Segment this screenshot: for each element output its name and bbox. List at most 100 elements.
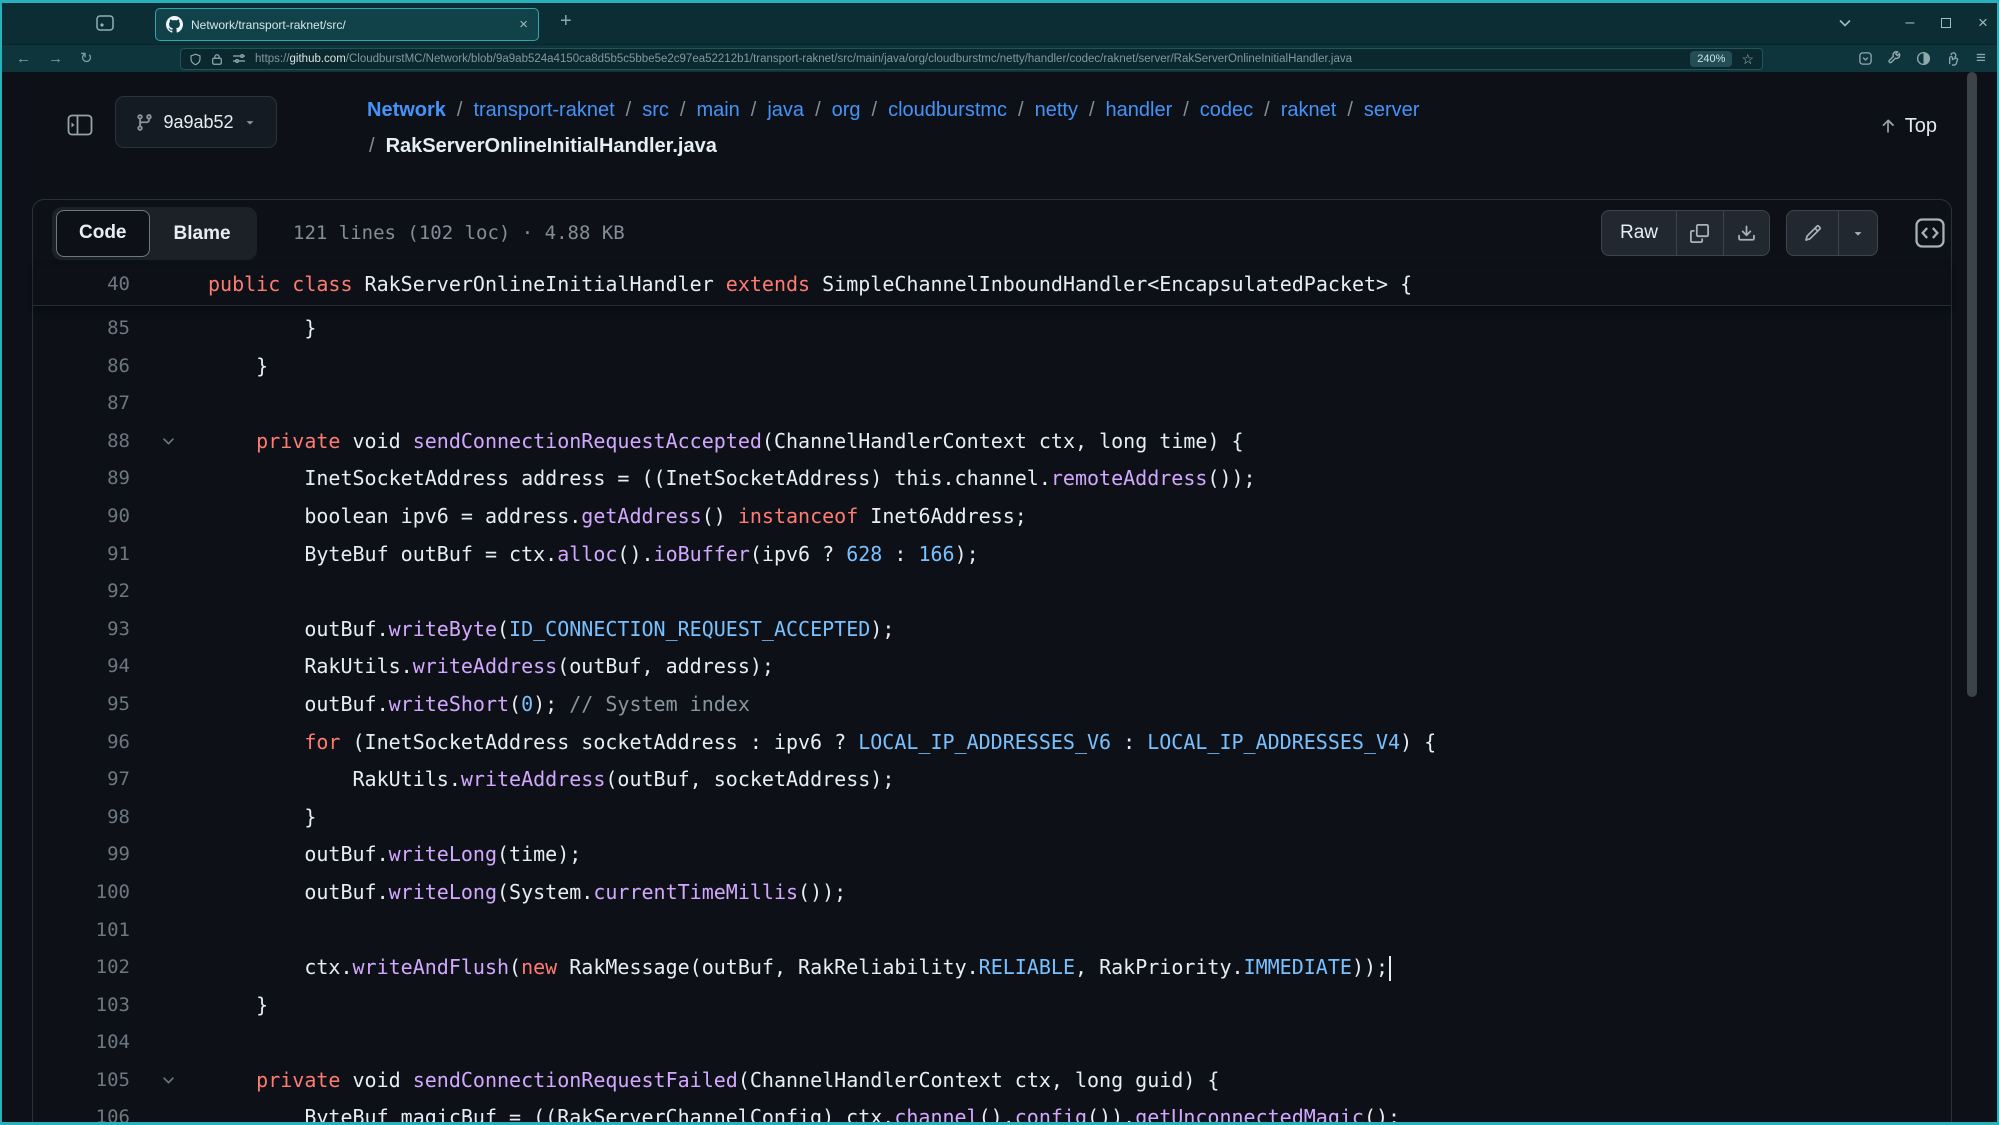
line-number[interactable]: 98: [33, 799, 130, 837]
dark-mode-extension-icon[interactable]: [1915, 50, 1931, 66]
line-number[interactable]: 89: [33, 460, 130, 498]
raw-button[interactable]: Raw: [1602, 211, 1676, 255]
line-number[interactable]: 104: [33, 1024, 130, 1062]
breadcrumb-segment-link[interactable]: java: [767, 99, 804, 121]
wrench-extension-icon[interactable]: [1886, 50, 1902, 66]
permissions-icon[interactable]: [232, 53, 246, 65]
code-text: outBuf.writeShort(0); // System index: [208, 686, 750, 724]
tab-close-icon[interactable]: ×: [519, 17, 528, 32]
fold-chevron-icon[interactable]: [153, 1062, 183, 1100]
page-scrollbar[interactable]: [1966, 72, 1978, 1122]
back-button[interactable]: ←: [16, 49, 31, 69]
code-line: 95 outBuf.writeShort(0); // System index: [33, 686, 1951, 724]
code-text: RakUtils.writeAddress(outBuf, address);: [208, 648, 774, 686]
maximize-button[interactable]: [1932, 11, 1960, 35]
breadcrumb-segment-link[interactable]: src: [642, 99, 669, 121]
minimize-button[interactable]: –: [1896, 11, 1924, 35]
line-number[interactable]: 100: [33, 874, 130, 912]
breadcrumb-repo-link[interactable]: Network: [367, 99, 446, 121]
code-line: 102 ctx.writeAndFlush(new RakMessage(out…: [33, 949, 1951, 987]
scrollbar-thumb[interactable]: [1967, 72, 1977, 697]
breadcrumb-separator: /: [1183, 99, 1189, 121]
url-bar[interactable]: https://github.com/CloudburstMC/Network/…: [180, 48, 1763, 70]
code-text: outBuf.writeByte(ID_CONNECTION_REQUEST_A…: [208, 611, 894, 649]
breadcrumb-separator: /: [1089, 99, 1095, 121]
line-number[interactable]: 106: [33, 1099, 130, 1122]
line-number[interactable]: 101: [33, 912, 130, 950]
line-number[interactable]: 93: [33, 611, 130, 649]
line-number[interactable]: 105: [33, 1062, 130, 1100]
breadcrumb-segment-link[interactable]: main: [696, 99, 739, 121]
gesture-extension-icon[interactable]: [1944, 50, 1960, 66]
code-line: 94 RakUtils.writeAddress(outBuf, address…: [33, 648, 1951, 686]
breadcrumb-separator: /: [1018, 99, 1024, 121]
tracking-protection-shield-icon[interactable]: [189, 53, 202, 66]
tab-blame[interactable]: Blame: [152, 211, 253, 256]
bookmark-star-icon[interactable]: ☆: [1741, 51, 1754, 68]
symbols-panel-button[interactable]: [1906, 210, 1954, 256]
menu-icon[interactable]: ≡: [1973, 50, 1989, 66]
download-raw-button[interactable]: [1723, 211, 1769, 255]
line-number[interactable]: 102: [33, 949, 130, 987]
code-text: ByteBuf magicBuf = ((RakServerChannelCon…: [208, 1099, 1400, 1122]
breadcrumb-separator: /: [369, 135, 375, 157]
breadcrumb-separator: /: [751, 99, 757, 121]
line-number[interactable]: 96: [33, 724, 130, 762]
breadcrumb-segment-link[interactable]: org: [832, 99, 861, 121]
line-number[interactable]: 88: [33, 423, 130, 461]
line-number[interactable]: 92: [33, 573, 130, 611]
commit-ref-button[interactable]: 9a9ab52: [115, 96, 277, 148]
new-tab-button[interactable]: +: [560, 10, 572, 33]
breadcrumb-segment-link[interactable]: server: [1364, 99, 1420, 121]
breadcrumb-segment-link[interactable]: netty: [1035, 99, 1078, 121]
breadcrumb-separator: /: [1347, 99, 1353, 121]
file-tree-toggle-button[interactable]: [57, 102, 103, 148]
line-number[interactable]: 97: [33, 761, 130, 799]
copy-raw-button[interactable]: [1676, 211, 1722, 255]
line-number[interactable]: 40: [33, 266, 130, 304]
code-line: 103 }: [33, 987, 1951, 1025]
raw-button-group: Raw: [1601, 210, 1770, 256]
github-favicon-icon: [166, 16, 183, 33]
breadcrumb-segment-link[interactable]: raknet: [1281, 99, 1337, 121]
line-number[interactable]: 87: [33, 385, 130, 423]
fold-chevron-icon[interactable]: [153, 423, 183, 461]
code-text: outBuf.writeLong(System.currentTimeMilli…: [208, 874, 846, 912]
code-text: for (InetSocketAddress socketAddress : i…: [208, 724, 1436, 762]
breadcrumb-segment-link[interactable]: codec: [1200, 99, 1253, 121]
lock-icon[interactable]: [211, 53, 223, 66]
save-page-extension-icon[interactable]: [1857, 50, 1873, 66]
edit-file-button[interactable]: [1787, 211, 1838, 255]
line-number[interactable]: 91: [33, 536, 130, 574]
line-number[interactable]: 94: [33, 648, 130, 686]
breadcrumb-separator: /: [872, 99, 878, 121]
code-text: public class RakServerOnlineInitialHandl…: [208, 266, 1412, 304]
forward-button[interactable]: →: [48, 49, 63, 69]
line-number[interactable]: 86: [33, 348, 130, 386]
code-line: 106 ByteBuf magicBuf = ((RakServerChanne…: [33, 1099, 1951, 1122]
url-text[interactable]: https://github.com/CloudburstMC/Network/…: [255, 53, 1681, 65]
tab-code[interactable]: Code: [56, 210, 150, 257]
code-text: InetSocketAddress address = ((InetSocket…: [208, 460, 1256, 498]
code-line: 105 private void sendConnectionRequestFa…: [33, 1062, 1951, 1100]
edit-dropdown-button[interactable]: [1838, 211, 1877, 255]
tab-list-chevron-icon[interactable]: [1831, 11, 1859, 35]
close-window-button[interactable]: ×: [1969, 11, 1997, 35]
breadcrumb-segment-link[interactable]: transport-raknet: [473, 99, 614, 121]
line-number[interactable]: 90: [33, 498, 130, 536]
breadcrumb-segment-link[interactable]: handler: [1106, 99, 1173, 121]
reload-button[interactable]: ↻: [80, 49, 93, 69]
code-line: 100 outBuf.writeLong(System.currentTimeM…: [33, 874, 1951, 912]
back-to-top-button[interactable]: Top: [1879, 106, 1937, 146]
sticky-code-line: 40 public class RakServerOnlineInitialHan…: [33, 266, 1951, 304]
zoom-level-badge[interactable]: 240%: [1690, 51, 1732, 67]
line-number[interactable]: 103: [33, 987, 130, 1025]
line-number[interactable]: 85: [33, 310, 130, 348]
line-number[interactable]: 95: [33, 686, 130, 724]
line-number[interactable]: 99: [33, 836, 130, 874]
breadcrumb-segment-link[interactable]: cloudburstmc: [888, 99, 1007, 121]
browser-tab[interactable]: Network/transport-raknet/src/ ×: [155, 8, 539, 41]
git-branch-icon: [135, 113, 154, 132]
firefox-view-icon[interactable]: [95, 14, 119, 34]
breadcrumb-row1: Network / transport-raknet / src / main / java / o…: [367, 92, 1817, 128]
